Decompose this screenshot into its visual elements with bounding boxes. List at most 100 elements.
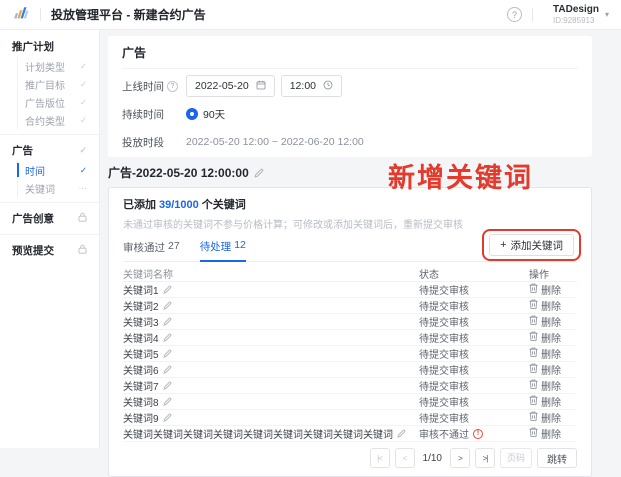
tab-approved[interactable]: 审核通过 27 [123,240,180,261]
sidebar-section-label: 广告 [12,145,33,157]
sidebar-item-contract-type[interactable]: 合约类型 ✓ [18,111,99,129]
clock-icon [323,80,333,93]
page-number-input[interactable] [500,448,532,468]
added-count-line: 已添加 39/1000 个关键词 [123,196,577,212]
period-value: 2022-05-20 12:00 ~ 2022-06-20 12:00 [186,136,364,148]
sidebar-divider [0,134,99,135]
sidebar-item-label: 关键词 [25,184,55,196]
ad-section-title: 广告 [122,44,578,69]
last-page-button[interactable]: >| [475,448,495,468]
calendar-icon [256,80,266,93]
delete-button[interactable]: 删除 [529,330,577,345]
time-input[interactable]: 12:00 [280,75,342,97]
online-time-label: 上线时间 [122,80,164,93]
table-row: 关键词7 待提交审核 ! 删除 [123,378,577,394]
keyword-name: 关键词关键词关键词关键词关键词关键词关键词关键词关键词 [123,430,393,441]
help-icon[interactable]: ? [507,7,523,22]
edit-icon[interactable] [162,285,172,294]
delete-button[interactable]: 删除 [529,314,577,329]
trash-icon [529,315,538,328]
sidebar-item-promo-target[interactable]: 推广目标 ✓ [18,75,99,93]
edit-icon[interactable] [162,301,172,310]
page-title: 投放管理平台 - 新建合约广告 [51,8,206,22]
sidebar-divider [0,234,99,235]
trash-icon [529,411,538,424]
lock-icon [78,212,87,225]
column-keyword-name: 关键词名称 [123,269,173,281]
edit-icon[interactable] [162,397,172,406]
sidebar-section-ad[interactable]: 广告 ✓ [0,140,99,161]
delete-button[interactable]: 删除 [529,362,577,377]
delete-button[interactable]: 删除 [529,346,577,361]
added-prefix: 已添加 [123,199,156,211]
edit-icon[interactable] [162,381,172,390]
sidebar-item-plan-type[interactable]: 计划类型 ✓ [18,57,99,75]
sidebar-section-creative[interactable]: 广告创意 [0,208,99,229]
delete-label: 删除 [541,302,561,313]
edit-icon[interactable] [162,317,172,326]
tab-pending[interactable]: 待处理 12 [199,239,246,262]
delete-button[interactable]: 删除 [529,410,577,425]
tab-label: 待处理 [199,241,232,253]
keyword-status: 审核不通过 [419,430,469,441]
edit-icon[interactable] [162,349,172,358]
sidebar-item-label: 计划类型 [25,62,65,74]
check-icon: ✓ [79,164,87,175]
table-row: 关键词关键词关键词关键词关键词关键词关键词关键词关键词 审核不通过 ! 删除 [123,426,577,442]
lock-icon [78,244,87,257]
date-input[interactable]: 2022-05-20 [186,75,275,97]
sidebar-item-time[interactable]: 时间 ✓ [17,161,99,179]
annotation-box: + 添加关键词 [482,229,581,261]
delete-label: 删除 [541,286,561,297]
info-icon[interactable]: ? [167,80,178,92]
delete-button[interactable]: 删除 [529,282,577,297]
pagination: |< < 1/10 > >| 跳转 [123,442,577,472]
warning-icon[interactable]: ! [473,428,483,439]
sidebar-item-keywords[interactable]: 关键词 ⋯ [18,179,99,197]
chevron-down-icon: ▾ [604,10,609,19]
delete-label: 删除 [541,334,561,345]
sidebar-item-ad-slot[interactable]: 广告版位 ✓ [18,93,99,111]
edit-icon[interactable] [162,333,172,342]
duration-row: 持续时间 90天 [122,103,578,125]
sidebar-section-plan[interactable]: 推广计划 [0,36,99,57]
check-icon: ✓ [79,96,87,107]
keyword-name: 关键词8 [123,398,159,409]
keyword-name: 关键词4 [123,334,159,345]
duration-radio[interactable]: 90天 [186,107,225,122]
tab-count: 27 [168,240,180,252]
keyword-status: 待提交审核 [419,334,469,345]
keyword-name: 关键词1 [123,286,159,297]
account-menu[interactable]: TADesign ID:9285913 ▾ [553,4,609,25]
added-count: 39/1000 [159,199,199,211]
edit-icon[interactable] [254,168,264,178]
keyword-status: 待提交审核 [419,398,469,409]
plus-icon: + [500,238,507,251]
jump-button[interactable]: 跳转 [537,448,577,468]
topbar-divider [40,8,41,21]
edit-icon[interactable] [162,413,172,422]
delete-button[interactable]: 删除 [529,394,577,409]
duration-label: 持续时间 [122,108,164,121]
edit-icon[interactable] [162,365,172,374]
trash-icon [529,347,538,360]
table-row: 关键词1 待提交审核 ! 删除 [123,282,577,298]
trash-icon [529,331,538,344]
add-keyword-button[interactable]: + 添加关键词 [489,234,574,256]
delete-button[interactable]: 删除 [529,426,577,441]
delete-button[interactable]: 删除 [529,378,577,393]
delete-label: 删除 [541,414,561,425]
next-page-button[interactable]: > [450,448,470,468]
duration-value: 90天 [203,108,226,121]
edit-icon[interactable] [397,429,406,438]
keyword-name: 关键词3 [123,318,159,329]
first-page-button[interactable]: |< [369,448,390,468]
sidebar-section-preview-submit[interactable]: 预览提交 [0,240,99,261]
delete-button[interactable]: 删除 [529,298,577,313]
keyword-section-title: 广告-2022-05-20 12:00:00 [108,166,249,180]
keyword-status: 待提交审核 [419,286,469,297]
delete-label: 删除 [541,366,561,377]
prev-page-button[interactable]: < [394,448,415,468]
page-indicator: 1/10 [422,452,442,464]
keyword-table-header: 关键词名称 状态 操作 [123,265,577,282]
